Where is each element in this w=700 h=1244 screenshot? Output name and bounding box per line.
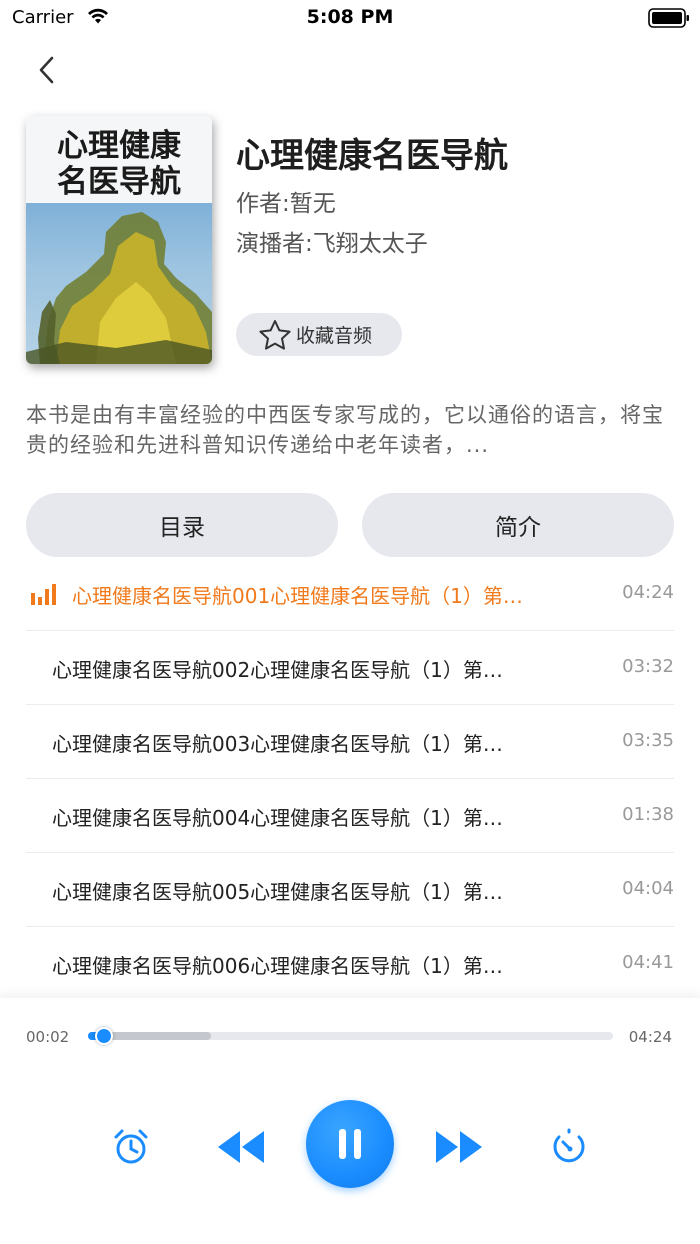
chevron-left-icon [39, 56, 54, 84]
progress-knob[interactable] [94, 1027, 113, 1045]
track-title: 心理健康名医导航006心理健康名医导航（1）第… [52, 954, 503, 978]
tab-intro[interactable]: 简介 [362, 493, 674, 557]
status-bar: Carrier 5:08 PM [0, 0, 700, 36]
book-title: 心理健康名医导航 [236, 136, 508, 176]
track-list: 心理健康名医导航001心理健康名医导航（1）第… 04:24 心理健康名医导航0… [26, 557, 674, 1001]
speed-dial-icon [553, 1128, 585, 1163]
favorite-button[interactable]: 收藏音频 [236, 313, 402, 356]
play-pause-button[interactable] [306, 1100, 394, 1188]
track-title: 心理健康名医导航002心理健康名医导航（1）第… [52, 658, 503, 682]
fast-forward-button[interactable] [432, 1124, 486, 1170]
book-description[interactable]: 本书是由有丰富经验的中西医专家写成的，它以通俗的语言，将宝贵的经验和先进科普知识… [26, 400, 676, 460]
track-duration: 04:24 [622, 582, 674, 603]
cover-artwork [26, 212, 212, 364]
player-panel: 00:02 04:24 [0, 998, 700, 1244]
cover-title-line1: 心理健康 [57, 128, 181, 164]
alarm-clock-icon [114, 1129, 148, 1164]
battery-icon [648, 8, 689, 28]
playback-speed-button[interactable] [546, 1124, 592, 1170]
track-duration: 01:38 [622, 804, 674, 825]
book-author: 作者:暂无 [236, 191, 336, 217]
track-item[interactable]: 心理健康名医导航003心理健康名医导航（1）第… 03:35 [26, 705, 674, 779]
track-item[interactable]: 心理健康名医导航001心理健康名医导航（1）第… 04:24 [26, 557, 674, 631]
track-duration: 04:04 [622, 878, 674, 899]
rewind-button[interactable] [214, 1124, 268, 1170]
track-item[interactable]: 心理健康名医导航004心理健康名医导航（1）第… 01:38 [26, 779, 674, 853]
current-time: 00:02 [26, 1028, 70, 1046]
fast-forward-icon [436, 1131, 482, 1163]
track-item[interactable]: 心理健康名医导航002心理健康名医导航（1）第… 03:32 [26, 631, 674, 705]
track-title: 心理健康名医导航004心理健康名医导航（1）第… [52, 806, 503, 830]
track-item[interactable]: 心理健康名医导航005心理健康名医导航（1）第… 04:04 [26, 853, 674, 927]
equalizer-bars-icon [31, 584, 56, 605]
track-item[interactable]: 心理健康名医导航006心理健康名医导航（1）第… 04:41 [26, 927, 674, 1001]
sleep-timer-button[interactable] [108, 1124, 154, 1170]
track-title: 心理健康名医导航003心理健康名医导航（1）第… [52, 732, 503, 756]
track-title: 心理健康名医导航001心理健康名医导航（1）第… [72, 584, 523, 608]
progress-bar[interactable] [88, 1027, 613, 1045]
total-time: 04:24 [628, 1028, 672, 1046]
back-button[interactable] [30, 52, 64, 88]
pause-icon [339, 1129, 361, 1159]
cover-title-line2: 名医导航 [57, 164, 181, 200]
track-title: 心理健康名医导航005心理健康名医导航（1）第… [52, 880, 503, 904]
favorite-label: 收藏音频 [296, 325, 373, 347]
track-duration: 03:35 [622, 730, 674, 751]
track-duration: 03:32 [622, 656, 674, 677]
clock: 5:08 PM [306, 6, 394, 28]
rewind-icon [218, 1131, 264, 1163]
tab-catalog[interactable]: 目录 [26, 493, 338, 557]
star-outline-icon [259, 319, 291, 350]
book-cover: 心理健康 名医导航 [26, 116, 212, 364]
track-duration: 04:41 [622, 952, 674, 973]
cover-title: 心理健康 名医导航 [26, 128, 212, 200]
book-narrator: 演播者:飞翔太太子 [236, 231, 428, 257]
